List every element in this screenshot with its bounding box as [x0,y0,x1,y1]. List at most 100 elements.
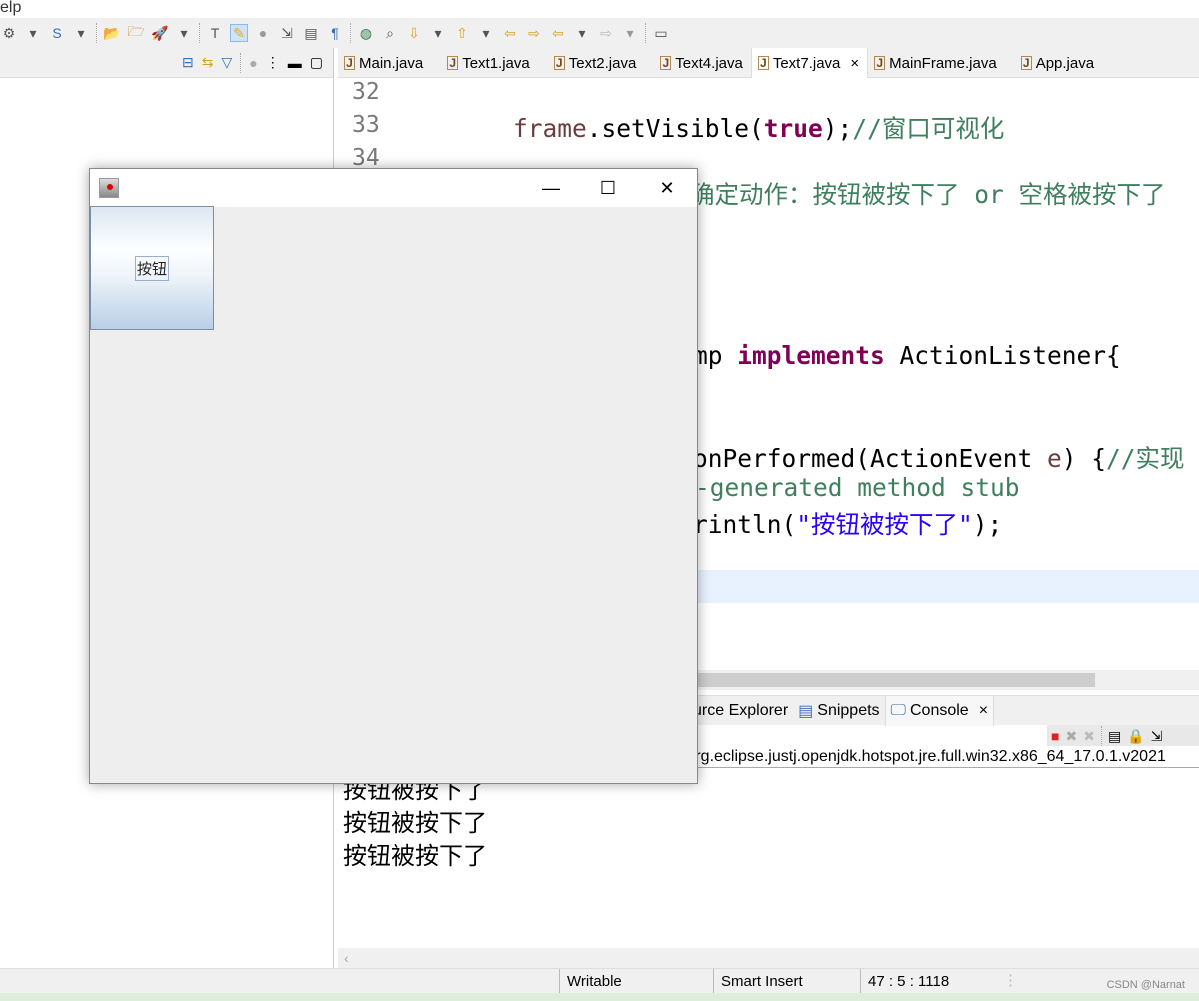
status-insert-mode: Smart Insert [713,969,803,994]
separator [645,23,646,43]
minimize-button[interactable]: — [536,173,566,203]
forward-icon[interactable]: ⇨ [597,24,615,42]
mark-occurrences-icon[interactable]: ✎ [230,24,248,42]
focus-icon[interactable]: ● [249,55,257,71]
view-menu-icon[interactable]: ⋮ [266,54,280,71]
tab-snippets[interactable]: ▤ Snippets [793,696,884,726]
console-horizontal-scrollbar[interactable]: ‹ [338,948,1199,968]
new-server-icon[interactable]: S [48,24,66,42]
code-comment: //实现 [1106,444,1185,473]
dropdown-icon[interactable]: ▾ [175,24,193,42]
tab-console[interactable]: 🖵 Console × [884,696,995,726]
next-annotation-icon[interactable]: ⇩ [405,24,423,42]
dropdown-icon[interactable]: ▾ [72,24,90,42]
tab-text2-java[interactable]: J Text2.java [548,48,645,78]
globe-icon[interactable]: ◍ [357,24,375,42]
line-number: 32 [352,79,380,105]
code-string: "按钮被按下了" [796,510,973,539]
console-output-line: 按钮被按下了 [343,809,487,837]
word-wrap-icon[interactable]: ⇲ [1151,728,1163,745]
breadcrumb-toggle-icon[interactable]: ● [254,24,272,42]
code-token: e [1047,444,1062,473]
console-output-line: 按钮被按下了 [343,842,487,870]
code-token: ) { [1061,444,1107,473]
taskbar-strip [0,993,1199,1001]
maximize-button[interactable]: ☐ [593,173,623,203]
button-label: 按钮 [134,255,169,281]
console-toolbar: ■ ✖ ✖ ▤ 🔒 ⇲ [1047,725,1199,747]
code-token: ); [972,510,1003,539]
tab-text4-java[interactable]: J Text4.java [654,48,751,78]
scrollbar-thumb[interactable] [678,673,1095,687]
code-token: onPerformed(ActionEvent [693,444,1048,473]
forward-edit-icon[interactable]: ⇨ [525,24,543,42]
java-file-icon: J [660,56,672,70]
tab-main-java[interactable]: J Main.java [338,48,431,78]
code-token: implements [737,341,885,370]
run-icon[interactable]: 🚀 [151,24,169,42]
tab-text7-java[interactable]: J Text7.java × [750,48,869,78]
collapse-all-icon[interactable]: ⊟ [182,54,194,71]
dropdown-icon[interactable]: ▾ [621,24,639,42]
java-file-icon: J [553,56,565,70]
remove-all-launches-icon[interactable]: ✖ [1083,728,1095,745]
console-icon: 🖵 [890,702,906,719]
java-file-icon: J [447,56,459,70]
tab-label: Text4.java [675,54,743,72]
minimize-icon[interactable]: ▬ [288,55,302,71]
open-type-icon[interactable]: T [206,24,224,42]
close-tab-icon[interactable]: × [850,55,859,72]
separator [350,23,351,43]
filter-icon[interactable]: ▽ [222,54,233,71]
close-tab-icon[interactable]: × [979,702,988,720]
tab-mainframe-java[interactable]: J MainFrame.java [868,48,1005,78]
prev-annotation-icon[interactable]: ⇧ [453,24,471,42]
code-line-43: onPerformed(ActionEvent e) {//实现 [693,440,1185,475]
tab-label: MainFrame.java [889,54,997,72]
line-number: 33 [352,112,380,138]
status-separator: ⋮ [1003,972,1018,989]
press-button[interactable]: 按钮 [90,206,214,330]
tab-text1-java[interactable]: J Text1.java [441,48,538,78]
tab-app-java[interactable]: J App.java [1015,48,1102,78]
debug-icon[interactable]: ⚙ [0,24,18,42]
block-select-icon[interactable]: ▤ [302,24,320,42]
open-perspective-icon[interactable]: ▭ [652,24,670,42]
java-file-icon: J [344,56,355,70]
clear-console-icon[interactable]: ▤ [1108,728,1121,745]
open-project-icon[interactable]: 📂 [103,24,121,42]
dropdown-icon[interactable]: ▾ [429,24,447,42]
java-file-icon: J [757,56,769,70]
dropdown-icon[interactable]: ▾ [477,24,495,42]
scroll-lock-icon[interactable]: 🔒 [1127,728,1144,745]
close-button[interactable]: ✕ [652,173,682,203]
last-edit-icon[interactable]: ⇦ [501,24,519,42]
tab-label: Text1.java [462,54,530,72]
code-line-40: mp implements ActionListener{ [693,341,1121,370]
remove-launch-icon[interactable]: ✖ [1065,728,1077,745]
tab-label: Text2.java [568,54,637,72]
word-wrap-icon[interactable]: ⇲ [278,24,296,42]
search-icon[interactable]: ⌕ [381,24,399,42]
dropdown-icon[interactable]: ▾ [573,24,591,42]
open-folder-icon[interactable]: 🗁 [127,23,145,42]
back-icon[interactable]: ⇦ [549,24,567,42]
tab-label: App.java [1035,54,1095,72]
code-comment: //窗口可视化 [852,114,1005,143]
separator [199,23,200,43]
terminate-icon[interactable]: ■ [1051,728,1059,744]
code-line-35: 确定动作：按钮被按下了 or 空格被按下了 [690,180,1166,209]
separator [96,23,97,43]
maximize-icon[interactable]: ▢ [310,54,323,71]
link-editor-icon[interactable]: ⇆ [202,54,214,71]
code-token: .setVisible( [586,114,764,143]
scroll-left-icon[interactable]: ‹ [344,950,349,966]
code-token: true [763,114,823,143]
show-whitespace-icon[interactable]: ¶ [326,24,344,42]
menu-help[interactable]: elp [0,0,21,16]
code-token: rintln( [693,510,797,539]
window-title-bar[interactable]: — ☐ ✕ [90,169,697,207]
code-line-33: frame.setVisible(true);//窗口可视化 [513,110,1004,145]
tab-label: Console [909,702,969,719]
dropdown-icon[interactable]: ▾ [24,24,42,42]
